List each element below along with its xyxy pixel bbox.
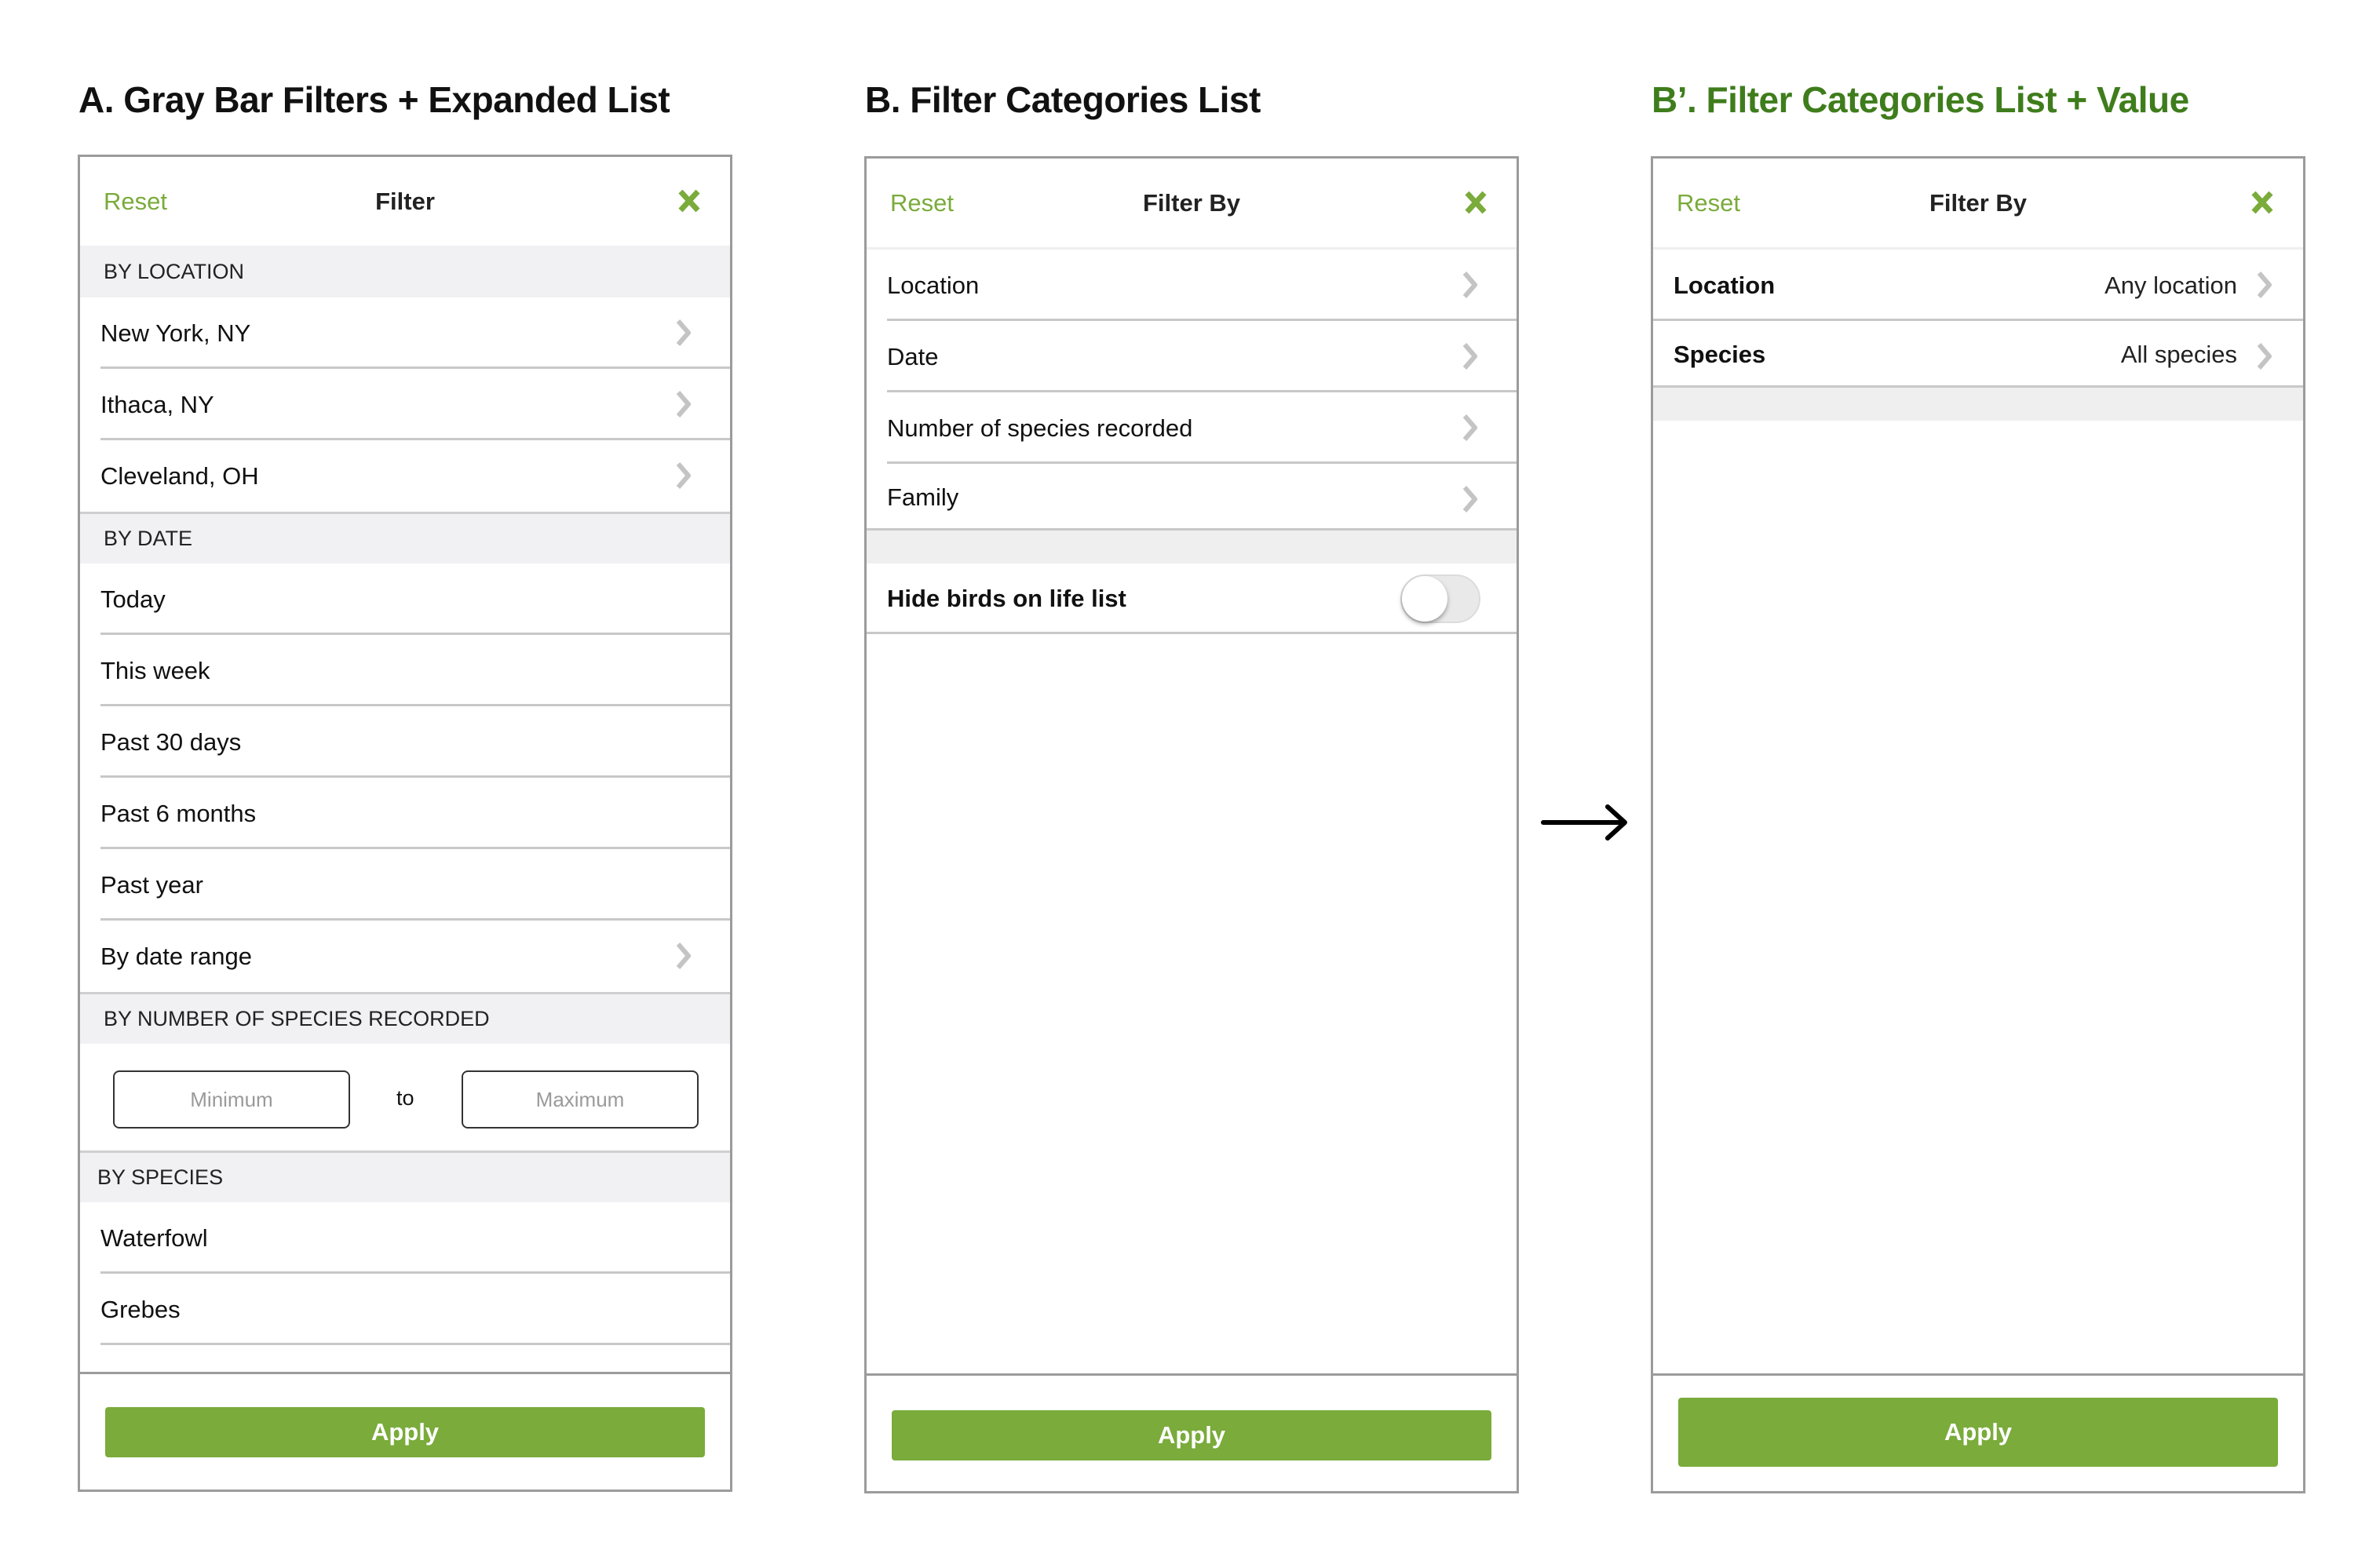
hide-life-list-row: Hide birds on life list bbox=[867, 563, 1517, 634]
panel-a-heading: A. Gray Bar Filters + Expanded List bbox=[78, 79, 670, 120]
reset-button[interactable]: Reset bbox=[1677, 189, 1740, 217]
reset-button[interactable]: Reset bbox=[104, 188, 167, 216]
divider bbox=[867, 632, 1517, 634]
chevron-right-icon bbox=[675, 942, 692, 970]
chevron-right-icon bbox=[675, 390, 692, 418]
chevron-right-icon bbox=[2256, 271, 2273, 299]
item-label: By date range bbox=[100, 942, 253, 970]
chevron-right-icon bbox=[675, 319, 692, 347]
chevron-right-icon bbox=[1462, 485, 1479, 513]
maximum-input[interactable] bbox=[462, 1070, 699, 1129]
list-item[interactable]: By date range bbox=[80, 921, 730, 992]
item-label: Number of species recorded bbox=[887, 414, 1193, 442]
category-item-location[interactable]: Location Any location bbox=[1653, 250, 2303, 321]
nav-title: Filter By bbox=[1929, 188, 2028, 217]
species-count-range: to bbox=[80, 1044, 730, 1154]
section-header-species: BY SPECIES bbox=[80, 1150, 730, 1202]
footer: Apply bbox=[80, 1372, 730, 1490]
item-label: Family bbox=[887, 483, 959, 511]
apply-button[interactable]: Apply bbox=[1678, 1398, 2278, 1467]
category-item[interactable]: Number of species recorded bbox=[867, 392, 1517, 464]
list-item[interactable]: Ithaca, NY bbox=[80, 369, 730, 440]
list-item[interactable]: This week bbox=[80, 635, 730, 706]
range-separator: to bbox=[396, 1086, 414, 1110]
item-label: Cleveland, OH bbox=[100, 461, 259, 490]
category-item[interactable]: Family bbox=[867, 464, 1517, 531]
nav-bar: Reset Filter bbox=[80, 157, 730, 246]
list-item[interactable]: Cleveland, OH bbox=[80, 440, 730, 512]
close-icon[interactable] bbox=[2250, 190, 2275, 215]
list-item[interactable]: Past 6 months bbox=[80, 778, 730, 849]
item-label: Species bbox=[1674, 340, 1766, 368]
section-spacer bbox=[1653, 388, 2303, 421]
nav-bar: Reset Filter By bbox=[867, 159, 1517, 247]
chevron-right-icon bbox=[2256, 342, 2273, 370]
hide-life-list-toggle[interactable] bbox=[1400, 574, 1480, 623]
chevron-right-icon bbox=[1462, 271, 1479, 299]
item-label: Past 6 months bbox=[100, 799, 257, 827]
footer: Apply bbox=[1653, 1373, 2303, 1491]
apply-button[interactable]: Apply bbox=[892, 1410, 1491, 1460]
panel-b-prime-phone: Reset Filter By Location Any location Sp… bbox=[1651, 156, 2305, 1493]
panel-b-heading: B. Filter Categories List bbox=[865, 79, 1261, 120]
toggle-knob bbox=[1402, 576, 1447, 622]
list-item[interactable]: Waterfowl bbox=[80, 1202, 730, 1274]
list-item[interactable]: Past year bbox=[80, 849, 730, 921]
section-header-date: BY DATE bbox=[80, 512, 730, 563]
panel-b-phone: Reset Filter By Location Date Number of … bbox=[864, 156, 1519, 1493]
nav-title: Filter By bbox=[1142, 188, 1241, 217]
item-value: All species bbox=[2120, 340, 2237, 368]
item-label: Date bbox=[887, 342, 939, 370]
category-item-species[interactable]: Species All species bbox=[1653, 321, 2303, 388]
item-label: Past 30 days bbox=[100, 727, 242, 756]
item-label: This week bbox=[100, 656, 210, 684]
panel-b-prime-heading: B’. Filter Categories List + Value bbox=[1652, 79, 2189, 120]
section-header-location: BY LOCATION bbox=[80, 246, 730, 297]
list-item[interactable]: Past 30 days bbox=[80, 706, 730, 778]
section-header-species-count: BY NUMBER OF SPECIES RECORDED bbox=[80, 992, 730, 1044]
list-item[interactable]: New York, NY bbox=[80, 297, 730, 369]
chevron-right-icon bbox=[1462, 414, 1479, 442]
list-item[interactable]: Grebes bbox=[80, 1274, 730, 1345]
reset-button[interactable]: Reset bbox=[890, 189, 954, 217]
chevron-right-icon bbox=[675, 461, 692, 490]
list-item[interactable]: Today bbox=[80, 563, 730, 635]
item-label: Location bbox=[1674, 271, 1776, 299]
category-item[interactable]: Date bbox=[867, 321, 1517, 392]
toggle-label: Hide birds on life list bbox=[887, 585, 1126, 612]
item-label: Grebes bbox=[100, 1295, 181, 1323]
nav-bar: Reset Filter By bbox=[1653, 159, 2303, 247]
close-icon[interactable] bbox=[677, 188, 702, 213]
right-arrow-icon bbox=[1541, 804, 1627, 841]
item-value: Any location bbox=[2104, 271, 2237, 299]
section-spacer bbox=[867, 531, 1517, 563]
item-label: New York, NY bbox=[100, 319, 251, 347]
item-label: Location bbox=[887, 271, 980, 299]
item-label: Waterfowl bbox=[100, 1223, 208, 1252]
footer: Apply bbox=[867, 1373, 1517, 1491]
apply-button[interactable]: Apply bbox=[105, 1407, 705, 1457]
item-label: Today bbox=[100, 585, 166, 613]
item-label: Ithaca, NY bbox=[100, 390, 214, 418]
nav-title: Filter bbox=[375, 187, 435, 215]
chevron-right-icon bbox=[1462, 342, 1479, 370]
close-icon[interactable] bbox=[1463, 190, 1488, 215]
minimum-input[interactable] bbox=[113, 1070, 350, 1129]
panel-a-phone: Reset Filter BY LOCATION New York, NY It… bbox=[78, 155, 732, 1492]
item-label: Past year bbox=[100, 870, 203, 899]
category-item[interactable]: Location bbox=[867, 250, 1517, 321]
